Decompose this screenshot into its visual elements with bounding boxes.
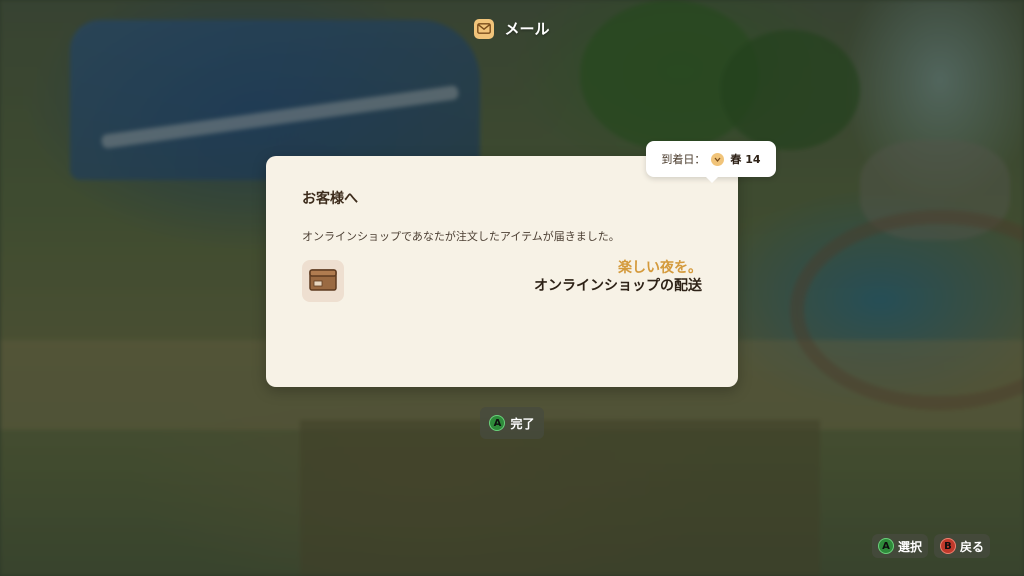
back-hint-label: 戻る [959,539,984,554]
done-button[interactable]: A 完了 [480,407,544,439]
mail-header: メール [0,18,1024,39]
a-button-icon: A [877,538,894,554]
b-button-icon: B [939,538,956,554]
clock-icon [711,152,725,166]
done-button-label: 完了 [510,416,535,431]
select-hint[interactable]: A 選択 [871,534,928,558]
arrival-date-value: 春 14 [730,153,761,166]
letter-closing: 楽しい夜を。 オンラインショップの配送 [534,259,702,295]
letter-sender: オンラインショップの配送 [534,278,702,294]
a-button-icon: A [489,415,506,431]
mail-icon [474,18,495,39]
page-title: メール [504,20,550,38]
letter-closing-message: 楽しい夜を。 [618,260,702,276]
attached-item-slot[interactable] [302,260,344,302]
mail-letter-card: お客様へ オンラインショップであなたが注文したアイテムが届きました。 楽しい夜を… [266,156,738,387]
package-box-icon [309,267,337,295]
letter-body: オンラインショップであなたが注文したアイテムが届きました。 [302,230,620,243]
control-hints: A 選択 B 戻る [871,534,990,558]
arrival-date-label: 到着日： [661,153,706,166]
arrival-date-tag: 到着日： 春 14 [646,141,776,183]
select-hint-label: 選択 [897,539,922,554]
back-hint[interactable]: B 戻る [933,534,990,558]
letter-greeting: お客様へ [302,191,358,207]
